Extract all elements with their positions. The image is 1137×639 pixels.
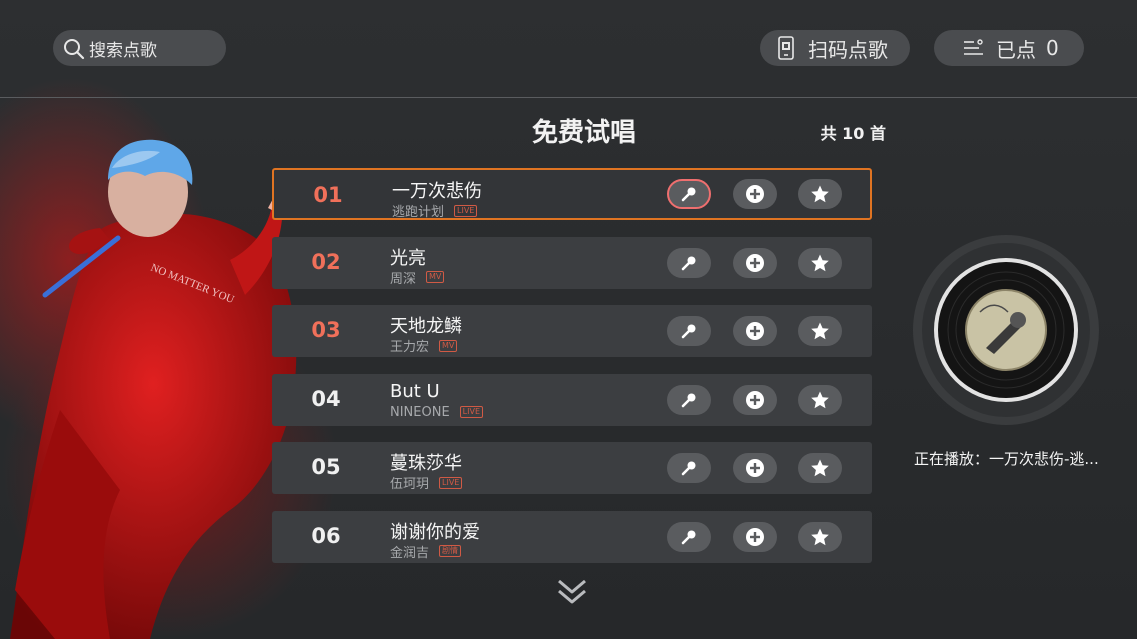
sing-button[interactable]	[667, 521, 711, 552]
song-artist: 伍珂玥	[390, 477, 430, 492]
plus-circle-icon	[745, 184, 765, 204]
plus-circle-icon	[745, 527, 765, 547]
queue-label: 已点	[996, 37, 1036, 62]
song-artist-line: 周深 MV	[390, 268, 445, 287]
star-icon	[810, 184, 830, 204]
search-button[interactable]: 搜索点歌	[53, 30, 226, 66]
star-icon	[810, 321, 830, 341]
song-row[interactable]: 05 蔓珠莎华伍珂玥 LIVE	[272, 442, 872, 494]
mic-icon	[680, 391, 698, 409]
add-to-queue-button[interactable]	[733, 384, 777, 415]
song-artist: NINEONE	[390, 404, 450, 420]
song-artist-line: NINEONE LIVE	[390, 404, 484, 420]
song-row[interactable]: 03 天地龙鳞王力宏 MV	[272, 305, 872, 357]
song-number: 02	[311, 249, 341, 274]
song-row[interactable]: 01 一万次悲伤逃跑计划 LIVE	[272, 168, 872, 220]
song-number: 03	[311, 318, 341, 342]
song-tag-badge: 剧情	[439, 545, 462, 557]
vinyl-disc-icon[interactable]	[910, 232, 1102, 428]
song-tag-badge: LIVE	[454, 204, 478, 217]
song-artist: 周深	[390, 271, 417, 287]
star-icon	[810, 527, 830, 547]
song-number: 01	[313, 183, 343, 207]
song-artist-line: 金润吉 剧情	[390, 542, 462, 561]
add-to-queue-button[interactable]	[733, 316, 777, 346]
sing-button[interactable]	[667, 384, 711, 415]
mic-icon	[680, 185, 698, 203]
ordered-songs-button[interactable]: 已点 0	[934, 30, 1084, 66]
song-number: 06	[311, 523, 341, 548]
star-icon	[810, 390, 830, 410]
song-tag-badge: LIVE	[459, 406, 484, 418]
song-artist-line: 逃跑计划 LIVE	[392, 201, 478, 220]
double-chevron-down-icon[interactable]	[556, 577, 588, 607]
song-list: 01 一万次悲伤逃跑计划 LIVE 02 光亮周深 MV 03 天地龙鳞王力宏 MV 04 But …	[272, 168, 872, 579]
song-number: 05	[311, 455, 341, 479]
song-artist: 金润吉	[390, 545, 430, 561]
song-artist-line: 王力宏 MV	[390, 336, 458, 355]
song-title: 光亮	[390, 247, 426, 269]
sing-button[interactable]	[667, 179, 711, 209]
song-total: 共 10 首	[820, 124, 886, 143]
star-icon	[810, 253, 830, 273]
sing-button[interactable]	[667, 316, 711, 346]
now-playing-text: 正在播放：一万次悲伤-逃...	[914, 450, 1099, 468]
sing-button[interactable]	[667, 453, 711, 483]
queue-list-icon	[964, 39, 983, 55]
mic-icon	[680, 322, 698, 340]
favorite-button[interactable]	[798, 521, 842, 552]
favorite-button[interactable]	[798, 384, 842, 415]
favorite-button[interactable]	[798, 179, 842, 209]
sing-button[interactable]	[667, 247, 711, 278]
song-tag-badge: MV	[439, 339, 458, 352]
add-to-queue-button[interactable]	[733, 247, 777, 278]
mic-icon	[680, 254, 698, 272]
song-title: 谢谢你的爱	[390, 521, 480, 543]
plus-circle-icon	[745, 390, 765, 410]
song-artist: 逃跑计划	[392, 205, 445, 220]
favorite-button[interactable]	[798, 453, 842, 483]
song-tag-badge: LIVE	[439, 476, 463, 489]
favorite-button[interactable]	[798, 316, 842, 346]
plus-circle-icon	[745, 458, 765, 478]
singer-artwork: NO MATTER YOU	[10, 139, 297, 639]
add-to-queue-button[interactable]	[733, 453, 777, 483]
song-tag-badge: MV	[426, 271, 445, 283]
header-divider	[0, 97, 1137, 98]
star-icon	[810, 458, 830, 478]
search-label: 搜索点歌	[89, 40, 157, 61]
page-title: 免费试唱	[531, 118, 636, 148]
song-title: 一万次悲伤	[392, 181, 482, 202]
song-title: 天地龙鳞	[390, 316, 462, 337]
song-row[interactable]: 06 谢谢你的爱 金润吉 剧情	[272, 510, 872, 563]
mic-icon	[680, 528, 698, 546]
song-number: 04	[311, 386, 341, 411]
song-artist-line: 伍珂玥 LIVE	[390, 473, 463, 492]
mic-icon	[680, 459, 698, 477]
favorite-button[interactable]	[798, 247, 842, 278]
song-artist: 王力宏	[390, 340, 430, 355]
scan-to-order-button[interactable]: 扫码点歌	[760, 30, 910, 66]
phone-qr-icon	[778, 36, 794, 60]
song-title: 蔓珠莎华	[390, 453, 462, 474]
song-row[interactable]: 04 But U NINEONE LIVE	[272, 373, 872, 426]
plus-circle-icon	[745, 253, 765, 273]
add-to-queue-button[interactable]	[733, 179, 777, 209]
search-icon	[64, 39, 85, 60]
song-title: But U	[390, 380, 440, 402]
song-row[interactable]: 02 光亮周深 MV	[272, 236, 872, 289]
scan-label: 扫码点歌	[808, 37, 888, 62]
queue-count: 0	[1046, 36, 1059, 60]
add-to-queue-button[interactable]	[733, 521, 777, 552]
plus-circle-icon	[745, 321, 765, 341]
